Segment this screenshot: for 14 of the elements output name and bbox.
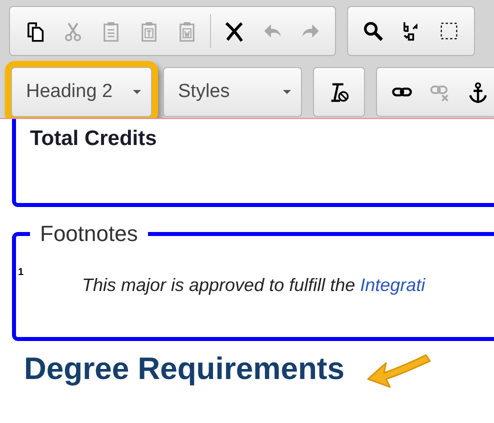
anchor-icon <box>467 81 489 103</box>
styles-dropdown[interactable]: Styles <box>163 67 302 117</box>
footnotes-legend: Footnotes <box>30 221 148 247</box>
dashed-square-icon <box>438 20 460 42</box>
footnote-text: This major is approved to fulfill the Integrati <box>82 275 426 296</box>
caret-icon <box>283 90 291 94</box>
caret-icon <box>133 90 141 94</box>
total-credits-title: Total Credits <box>30 127 157 151</box>
search-icon <box>362 20 384 42</box>
footnote-mark: 1 <box>18 267 25 278</box>
scissors-icon <box>62 20 84 42</box>
cross-icon <box>223 20 245 42</box>
section-heading: Degree Requirements <box>24 351 344 387</box>
footnote-link[interactable]: Integrati <box>360 275 426 295</box>
